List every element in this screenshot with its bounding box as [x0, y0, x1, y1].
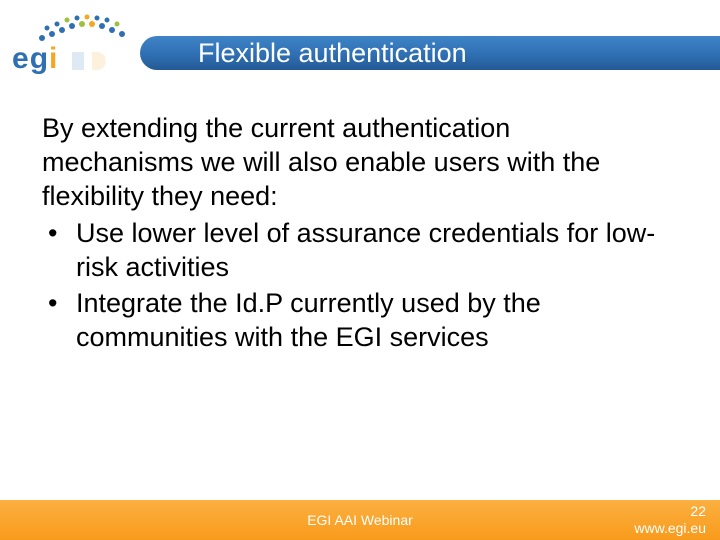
slide-footer: EGI AAI Webinar 22 www.egi.eu: [0, 500, 720, 540]
logo-letter-g: g: [30, 42, 49, 75]
list-item: Integrate the Id.P currently used by the…: [42, 287, 666, 355]
slide-header: Flexible authentication egi: [0, 12, 720, 70]
logo-letter-i: i: [49, 42, 58, 75]
slide: Flexible authentication egi By extending…: [0, 0, 720, 540]
footer-center: EGI AAI Webinar: [307, 512, 413, 528]
egi-logo: egi: [4, 12, 154, 76]
intro-text: By extending the current authentication …: [42, 112, 666, 213]
footer-url: www.egi.eu: [634, 520, 706, 537]
logo-dots-icon: [32, 12, 142, 46]
logo-letter-e: e: [12, 42, 30, 75]
slide-title: Flexible authentication: [140, 36, 720, 70]
list-item: Use lower level of assurance credentials…: [42, 217, 666, 285]
slide-body: By extending the current authentication …: [42, 112, 666, 354]
bullet-list: Use lower level of assurance credentials…: [42, 217, 666, 354]
footer-right: 22 www.egi.eu: [634, 503, 706, 537]
logo-text: egi: [12, 42, 106, 76]
page-number: 22: [634, 503, 706, 520]
title-bar: Flexible authentication: [140, 36, 720, 70]
